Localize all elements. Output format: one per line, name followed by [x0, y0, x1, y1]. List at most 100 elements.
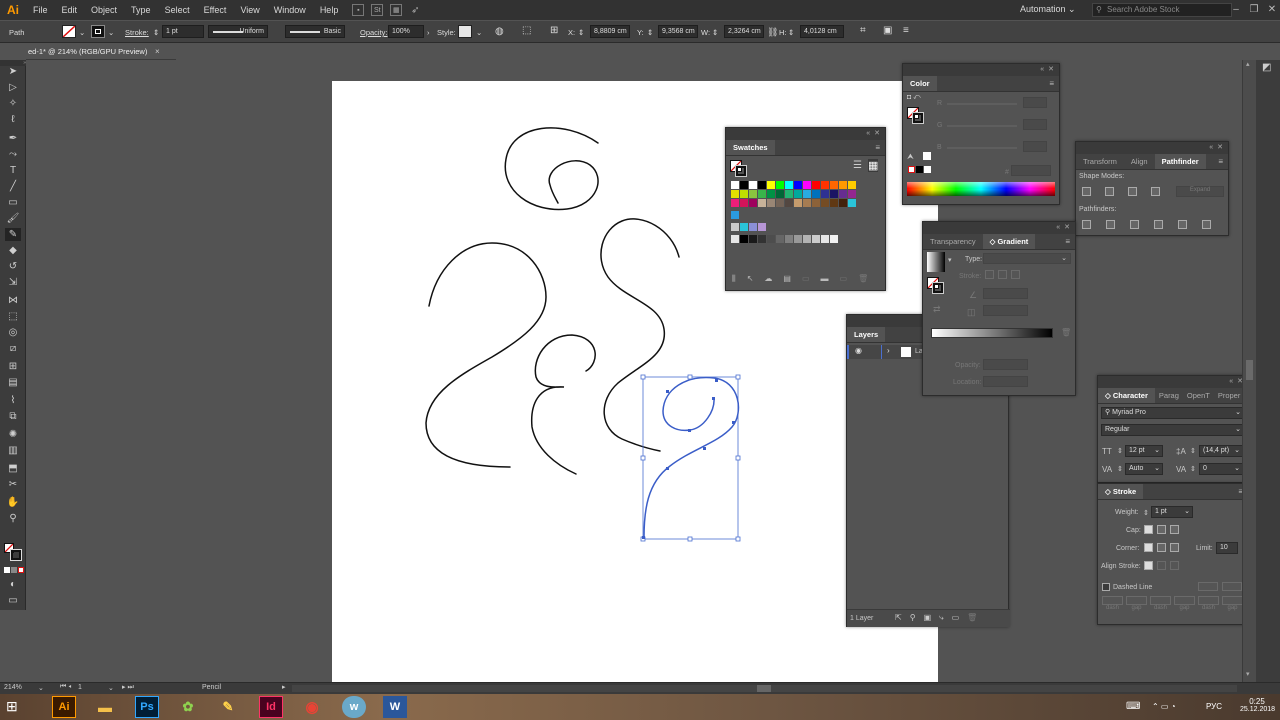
gradient-type-select[interactable]: ⌄: [983, 253, 1071, 264]
stroke-swatch[interactable]: [10, 549, 22, 561]
taskbar-file-explorer-icon[interactable]: ▬: [93, 696, 117, 718]
color-mode-icon[interactable]: [4, 567, 10, 573]
tab-opentype[interactable]: OpenT: [1183, 388, 1214, 403]
color-swatch[interactable]: [803, 190, 811, 198]
gap-field[interactable]: gap: [1126, 596, 1147, 611]
round-cap-icon[interactable]: [1157, 525, 1166, 534]
zoom-dropdown-icon[interactable]: ⌄: [38, 684, 44, 692]
perspective-tool-icon[interactable]: ⧄: [5, 342, 21, 355]
isolate-object-icon[interactable]: ▣: [883, 25, 892, 36]
clipping-mask-icon[interactable]: ▣: [924, 613, 932, 623]
color-swatch[interactable]: [839, 181, 847, 189]
swatches-panel-header[interactable]: « ✕: [726, 128, 885, 140]
rectangle-tool-icon[interactable]: ▭: [5, 196, 21, 209]
color-swatch[interactable]: [758, 190, 766, 198]
intersect-icon[interactable]: [1128, 187, 1137, 196]
color-swatch[interactable]: [830, 190, 838, 198]
swatch-cloud-icon[interactable]: ☁: [764, 274, 772, 284]
color-swatch[interactable]: [794, 199, 802, 207]
opacity-label[interactable]: Opacity:: [360, 28, 388, 37]
dash-field[interactable]: dash: [1198, 596, 1219, 611]
minus-back-icon[interactable]: [1202, 220, 1211, 229]
tab-layers[interactable]: Layers: [847, 327, 886, 342]
color-swatch[interactable]: [758, 199, 766, 207]
color-swatch[interactable]: [812, 190, 820, 198]
scale-tool-icon[interactable]: ⇲: [5, 276, 21, 289]
bevel-join-icon[interactable]: [1170, 543, 1179, 552]
shape-builder-tool-icon[interactable]: ◎: [5, 326, 21, 339]
color-swatch[interactable]: [830, 235, 838, 243]
pathfinder-panel-header[interactable]: « ✕: [1076, 142, 1228, 154]
line-tool-icon[interactable]: ╱: [5, 180, 21, 193]
show-kinds-icon[interactable]: ▤: [783, 274, 791, 284]
size-stepper-icon[interactable]: ⇕: [1117, 447, 1123, 455]
tab-transparency[interactable]: Transparency: [923, 234, 983, 249]
taskbar-system-tray-icons[interactable]: ⌃ ▭ ◔: [1152, 702, 1176, 711]
column-graph-tool-icon[interactable]: ▥: [5, 444, 21, 457]
color-swatch[interactable]: [758, 223, 766, 231]
properties-panel-icon[interactable]: ◩: [1262, 62, 1271, 73]
status-arrow-icon[interactable]: ▸: [282, 683, 286, 691]
align-dash-icon[interactable]: [1222, 582, 1242, 591]
dashed-line-label[interactable]: Dashed Line: [1113, 584, 1152, 591]
delete-stop-icon[interactable]: 🗑: [1061, 328, 1071, 337]
leading-field[interactable]: (14,4 pt) ⌄: [1199, 445, 1243, 457]
color-swatch[interactable]: [776, 181, 784, 189]
drawing-mode-icon[interactable]: ◐: [5, 578, 21, 591]
artboard-tool-icon[interactable]: ⬒: [5, 462, 21, 475]
color-swatch[interactable]: [830, 181, 838, 189]
swatch-stroke-indicator[interactable]: [735, 165, 747, 177]
weight-field[interactable]: 1 pt ⌄: [1151, 506, 1193, 518]
taskbar-word[interactable]: W: [383, 696, 407, 718]
character-panel-header[interactable]: « ✕: [1098, 376, 1248, 388]
stroke-dropdown-icon[interactable]: ⌄: [108, 28, 114, 37]
lasso-tool-icon[interactable]: ℓ: [5, 113, 21, 126]
color-swatch[interactable]: [749, 223, 757, 231]
fill-dropdown-icon[interactable]: ⌄: [79, 28, 85, 37]
gradient-menu-icon[interactable]: ≡: [1065, 237, 1070, 246]
color-swatch[interactable]: [785, 235, 793, 243]
merge-icon[interactable]: [1130, 220, 1139, 229]
color-swatch[interactable]: [758, 235, 766, 243]
direct-selection-tool-icon[interactable]: ▷: [5, 81, 21, 94]
color-swatch[interactable]: [776, 190, 784, 198]
color-swatch[interactable]: [767, 199, 775, 207]
selected-path-group[interactable]: [640, 374, 741, 542]
color-swatch[interactable]: [749, 235, 757, 243]
selection-tool-icon[interactable]: ➤: [5, 65, 21, 78]
pen-tool-icon[interactable]: ✒: [5, 132, 21, 145]
stroke-label[interactable]: Stroke:: [125, 28, 149, 37]
panel-collapse-icon[interactable]: « ✕: [866, 129, 881, 137]
minimize-icon[interactable]: –: [1228, 0, 1244, 20]
minus-front-icon[interactable]: [1105, 187, 1114, 196]
white-swatch[interactable]: [924, 166, 931, 173]
taskbar-chrome-icon[interactable]: ◉: [300, 696, 324, 718]
color-swatch[interactable]: [740, 235, 748, 243]
artboard-dropdown-icon[interactable]: ⌄: [108, 684, 114, 692]
unite-icon[interactable]: [1082, 187, 1091, 196]
pathfinder-menu-icon[interactable]: ≡: [1218, 157, 1223, 166]
tab-align[interactable]: Align: [1124, 154, 1155, 169]
tab-swatches[interactable]: Swatches: [726, 140, 775, 155]
magic-wand-tool-icon[interactable]: ✧: [5, 97, 21, 110]
dash-input-box[interactable]: [1150, 596, 1171, 605]
color-swatch[interactable]: [749, 181, 757, 189]
style-dropdown-icon[interactable]: ⌄: [476, 28, 482, 37]
color-swatch[interactable]: [767, 181, 775, 189]
gpu-rocket-icon[interactable]: ➶: [409, 4, 421, 16]
menu-type[interactable]: Type: [124, 0, 158, 20]
gradient-slider[interactable]: [931, 328, 1053, 338]
swatch-libraries-icon[interactable]: ⫼: [732, 274, 736, 284]
type-tool-icon[interactable]: T: [5, 164, 21, 177]
taskbar-indesign[interactable]: Id: [259, 696, 283, 718]
gradient-tool-icon[interactable]: ▤: [5, 376, 21, 389]
swatch-options-icon[interactable]: ▭: [802, 274, 810, 284]
pencil-tool-icon[interactable]: ✎: [5, 228, 21, 241]
leading-stepper-icon[interactable]: ⇕: [1190, 447, 1196, 455]
color-swatch[interactable]: [749, 199, 757, 207]
menu-edit[interactable]: Edit: [55, 0, 85, 20]
tab-stroke[interactable]: ◇ Stroke: [1098, 484, 1144, 499]
black-swatch[interactable]: [916, 166, 923, 173]
panel-collapse-icon[interactable]: « ✕: [1040, 65, 1055, 73]
dash-field[interactable]: dash: [1102, 596, 1123, 611]
